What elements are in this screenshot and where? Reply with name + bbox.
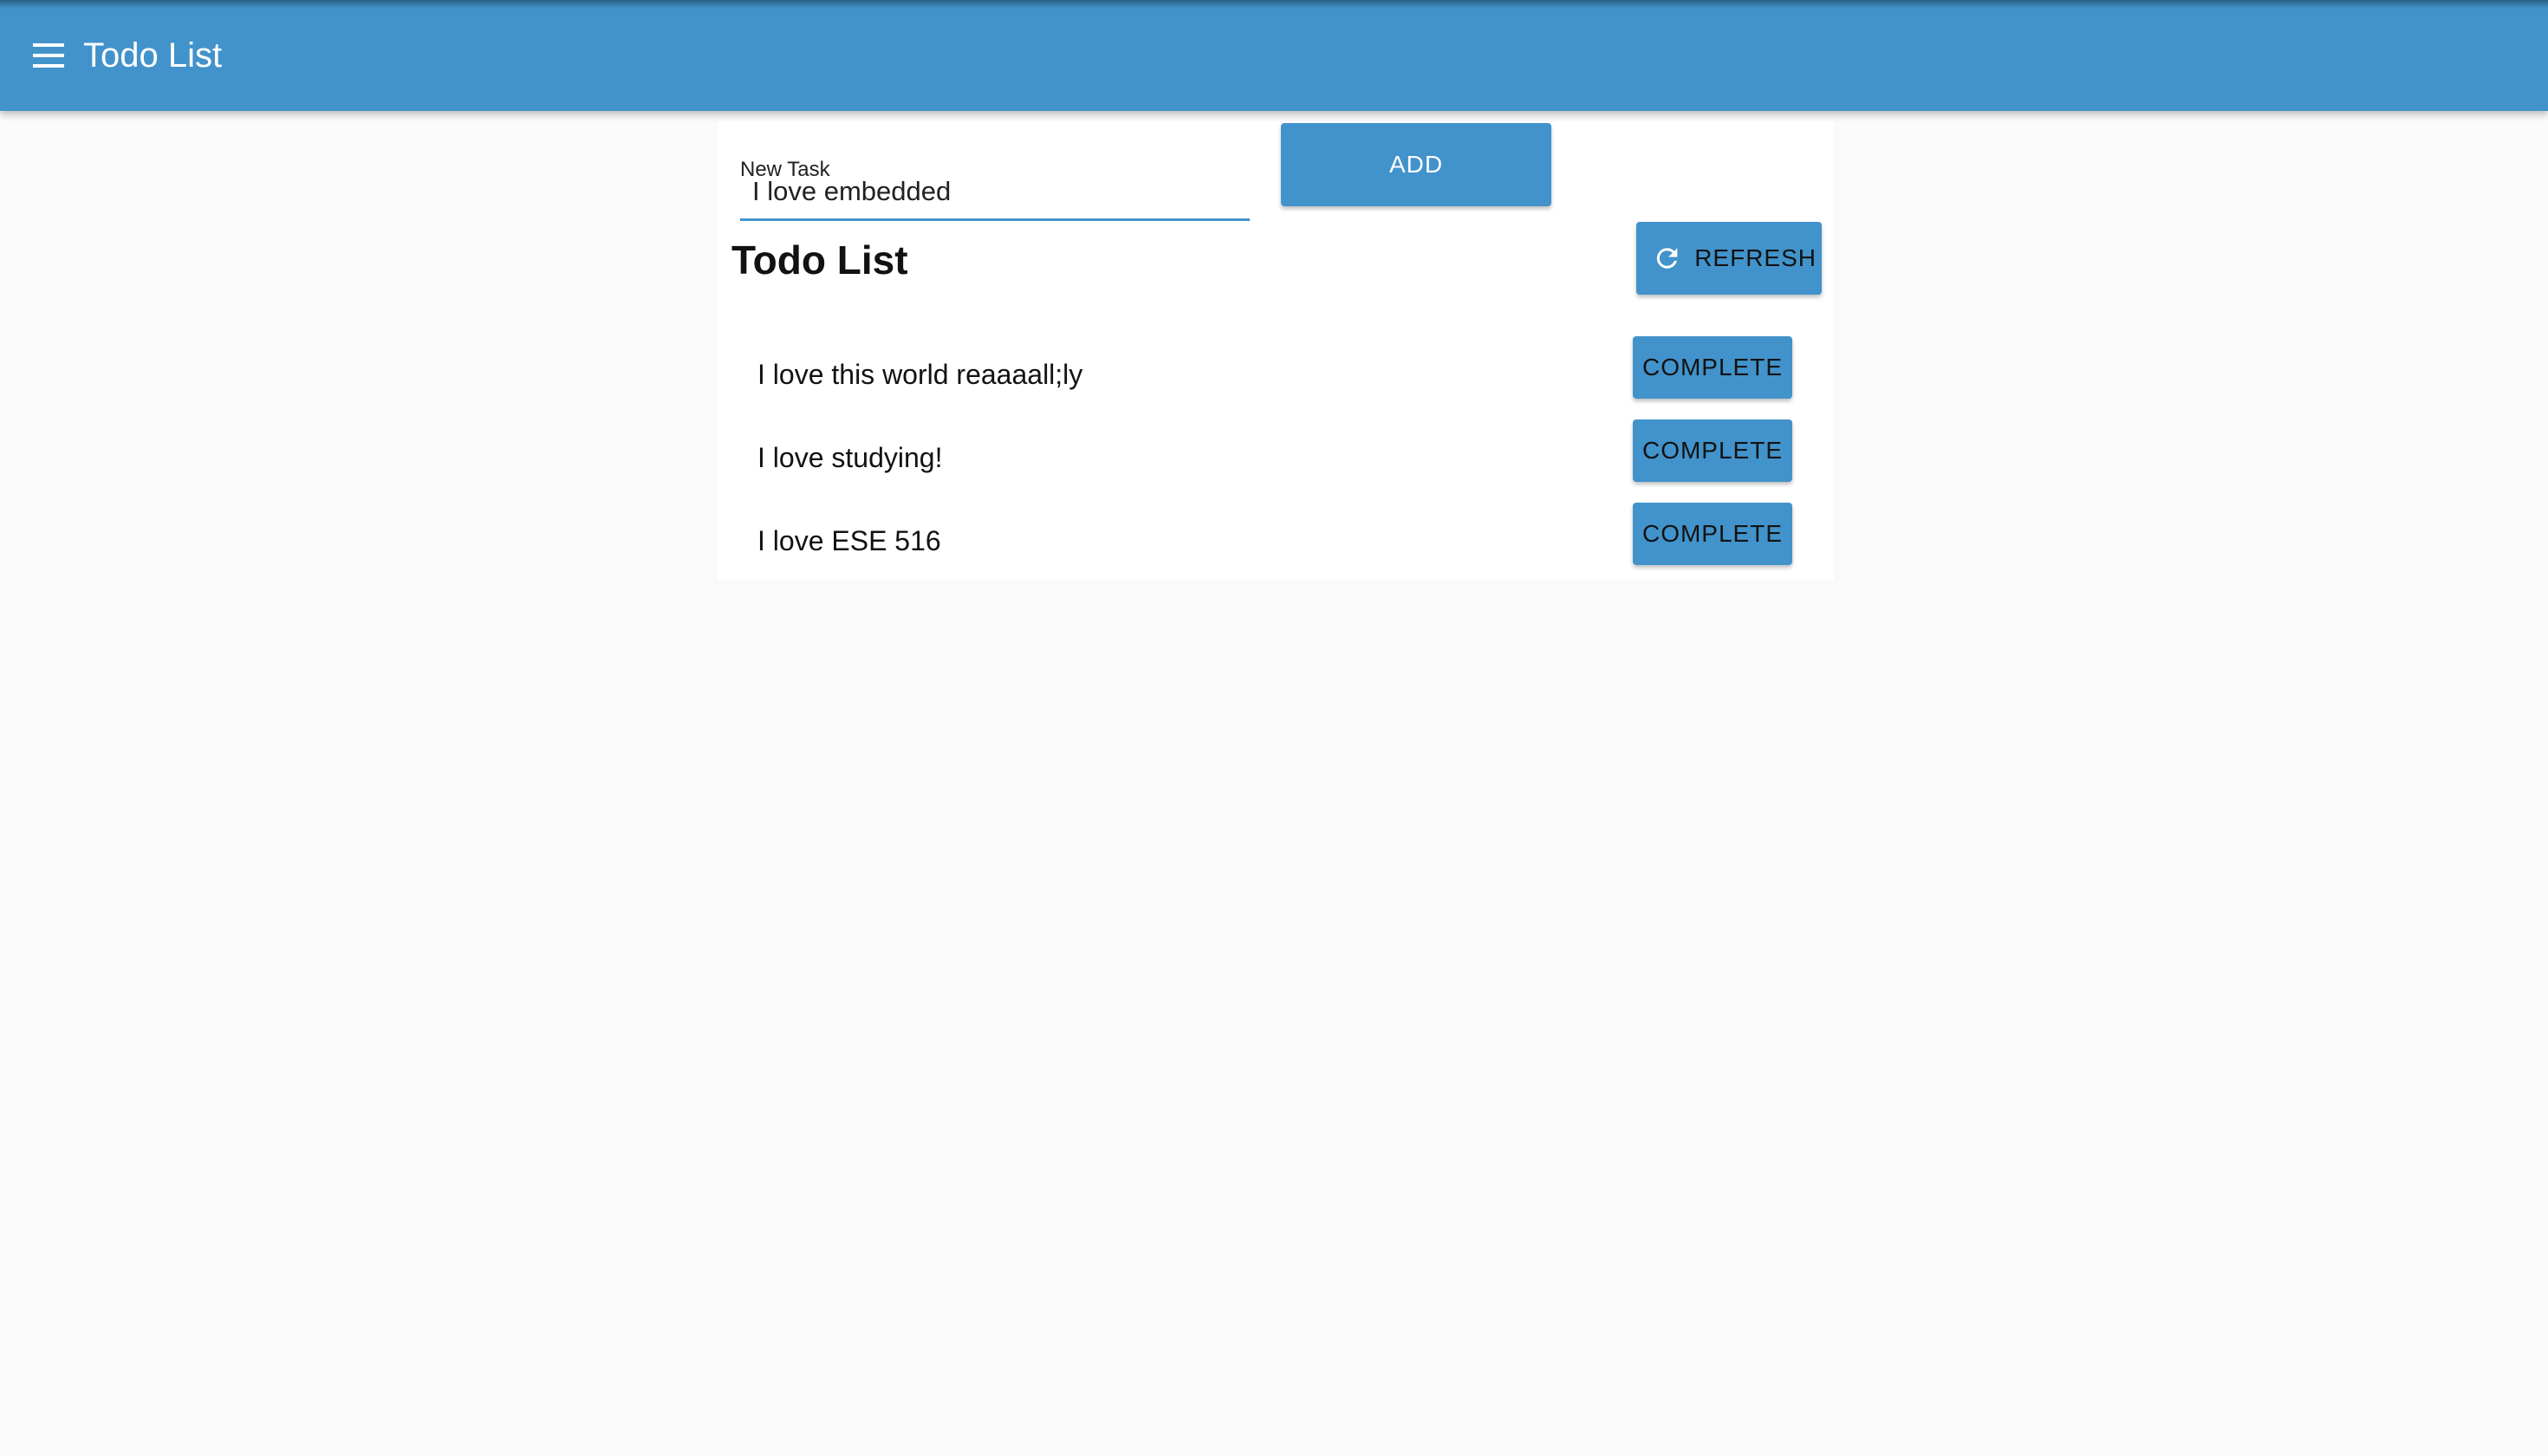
todo-panel: New Task ADD Todo List REFRESH I love th…	[718, 121, 1834, 581]
todo-item: I love this world reaaaall;ly COMPLETE	[718, 336, 1834, 419]
new-task-input[interactable]	[752, 172, 1238, 211]
complete-button[interactable]: COMPLETE	[1633, 419, 1792, 482]
add-button[interactable]: ADD	[1281, 123, 1551, 206]
list-title: Todo List	[731, 237, 908, 283]
app-bar: Todo List	[0, 0, 2548, 111]
refresh-button[interactable]: REFRESH	[1636, 222, 1822, 295]
refresh-icon	[1656, 248, 1678, 269]
todo-item-text: I love this world reaaaall;ly	[757, 359, 1083, 390]
todo-item-text: I love studying!	[757, 442, 943, 473]
app-title: Todo List	[83, 36, 223, 75]
refresh-label: REFRESH	[1694, 244, 1817, 271]
complete-button[interactable]: COMPLETE	[1633, 336, 1792, 399]
todo-item: I love studying! COMPLETE	[718, 419, 1834, 503]
complete-button[interactable]: COMPLETE	[1633, 503, 1792, 565]
todo-item: I love ESE 516 COMPLETE	[718, 503, 1834, 586]
todo-list: I love this world reaaaall;ly COMPLETE I…	[718, 336, 1834, 586]
new-task-field[interactable]: New Task	[740, 139, 1250, 221]
todo-item-text: I love ESE 516	[757, 525, 941, 556]
menu-icon[interactable]	[26, 38, 71, 73]
